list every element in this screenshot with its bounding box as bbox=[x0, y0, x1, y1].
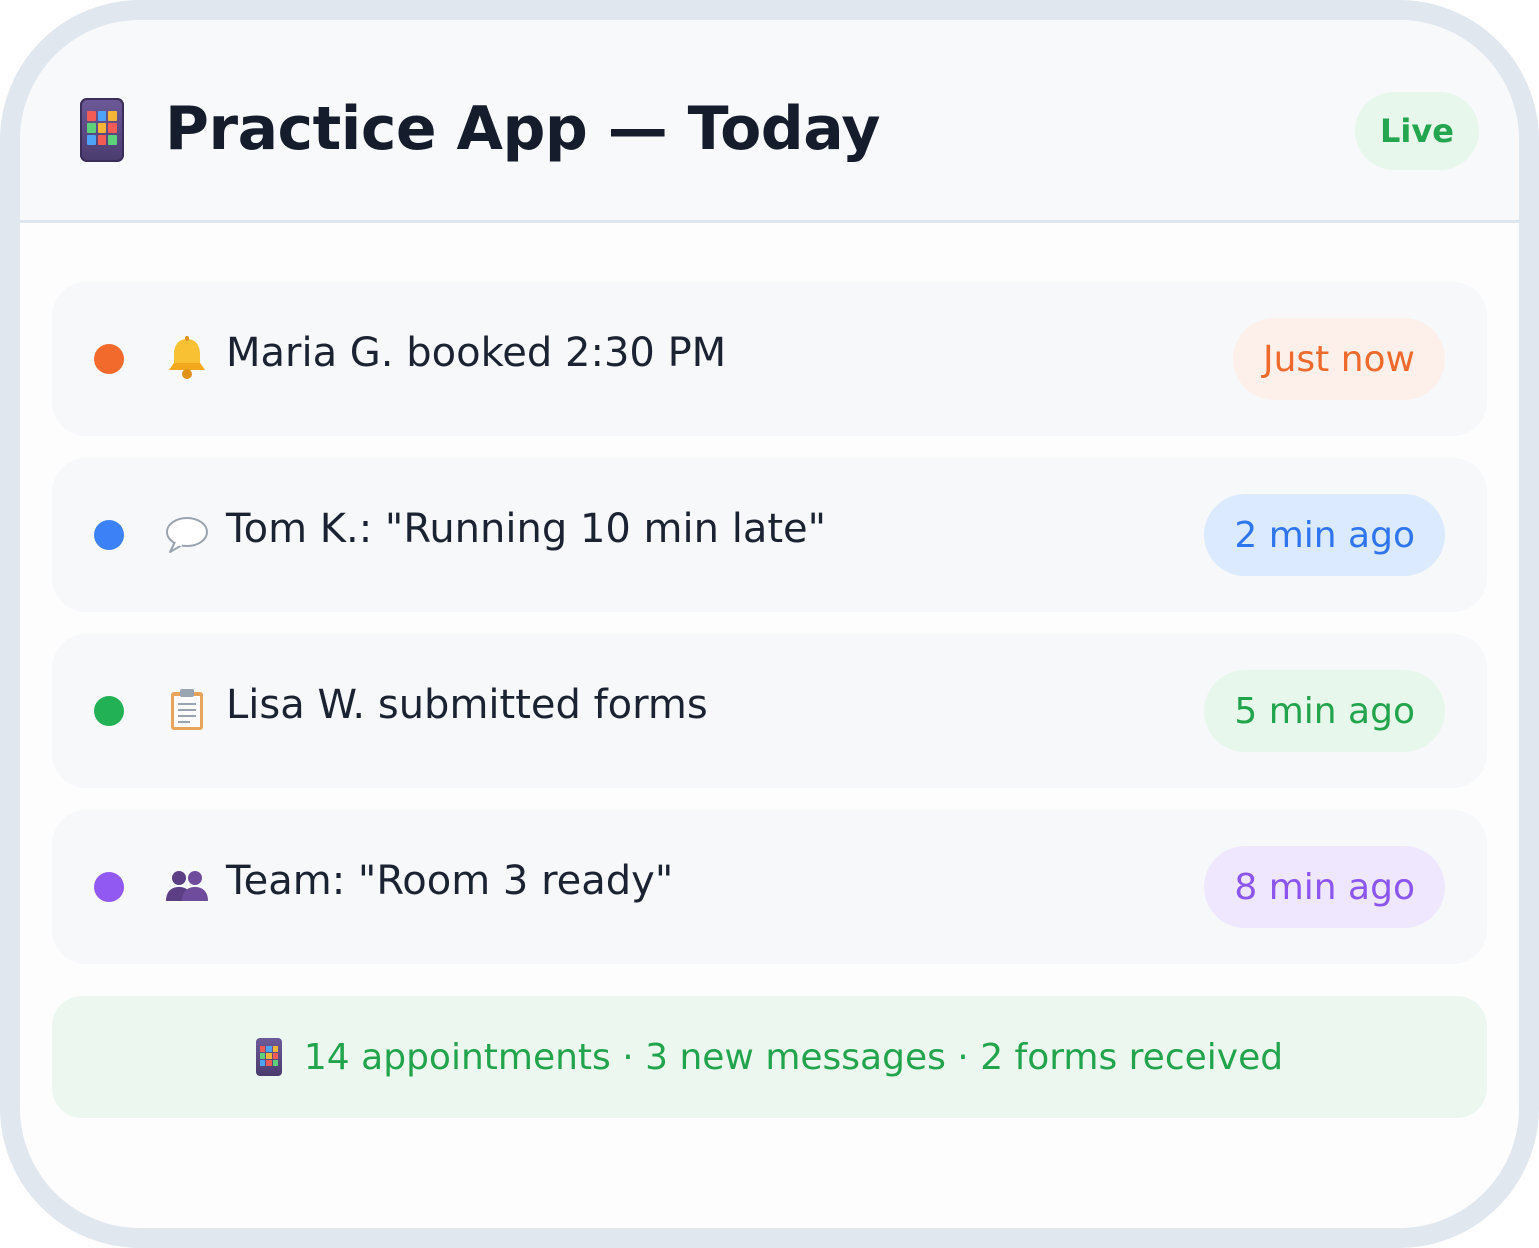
bell-icon bbox=[169, 336, 205, 379]
activity-row[interactable]: Maria G. booked 2:30 PM Just now bbox=[52, 282, 1487, 436]
summary-text: 14 appointments · 3 new messages · 2 for… bbox=[303, 1036, 1284, 1078]
timestamp-badge: 5 min ago bbox=[1204, 670, 1445, 752]
activity-text: Maria G. booked 2:30 PM bbox=[226, 330, 727, 376]
timestamp-badge: Just now bbox=[1232, 318, 1445, 400]
activity-text: Team: "Room 3 ready" bbox=[226, 858, 674, 904]
status-dot bbox=[94, 696, 124, 726]
timestamp-badge: 8 min ago bbox=[1204, 846, 1445, 928]
live-status-badge: Live bbox=[1355, 92, 1479, 170]
team-icon bbox=[166, 871, 208, 901]
activity-row[interactable]: Lisa W. submitted forms 5 min ago bbox=[52, 634, 1487, 788]
status-dot bbox=[94, 520, 124, 550]
daily-summary-banner: 14 appointments · 3 new messages · 2 for… bbox=[52, 996, 1487, 1118]
activity-feed: Maria G. booked 2:30 PM Just now Tom K.:… bbox=[52, 282, 1487, 986]
activity-text: Lisa W. submitted forms bbox=[226, 682, 708, 728]
clipboard-icon bbox=[171, 689, 203, 730]
status-dot bbox=[94, 872, 124, 902]
activity-row[interactable]: Team: "Room 3 ready" 8 min ago bbox=[52, 810, 1487, 964]
status-dot bbox=[94, 344, 124, 374]
app-card: Practice App — Today Live Maria G. booke… bbox=[0, 0, 1539, 1248]
mobile-app-icon bbox=[80, 98, 124, 162]
timestamp-badge: 2 min ago bbox=[1204, 494, 1445, 576]
activity-text: Tom K.: "Running 10 min late" bbox=[226, 506, 827, 552]
mobile-app-icon bbox=[255, 1038, 282, 1076]
speech-bubble-icon bbox=[166, 517, 208, 553]
activity-row[interactable]: Tom K.: "Running 10 min late" 2 min ago bbox=[52, 458, 1487, 612]
page-title: Practice App — Today bbox=[165, 94, 881, 164]
card-header: Practice App — Today Live bbox=[20, 20, 1519, 223]
